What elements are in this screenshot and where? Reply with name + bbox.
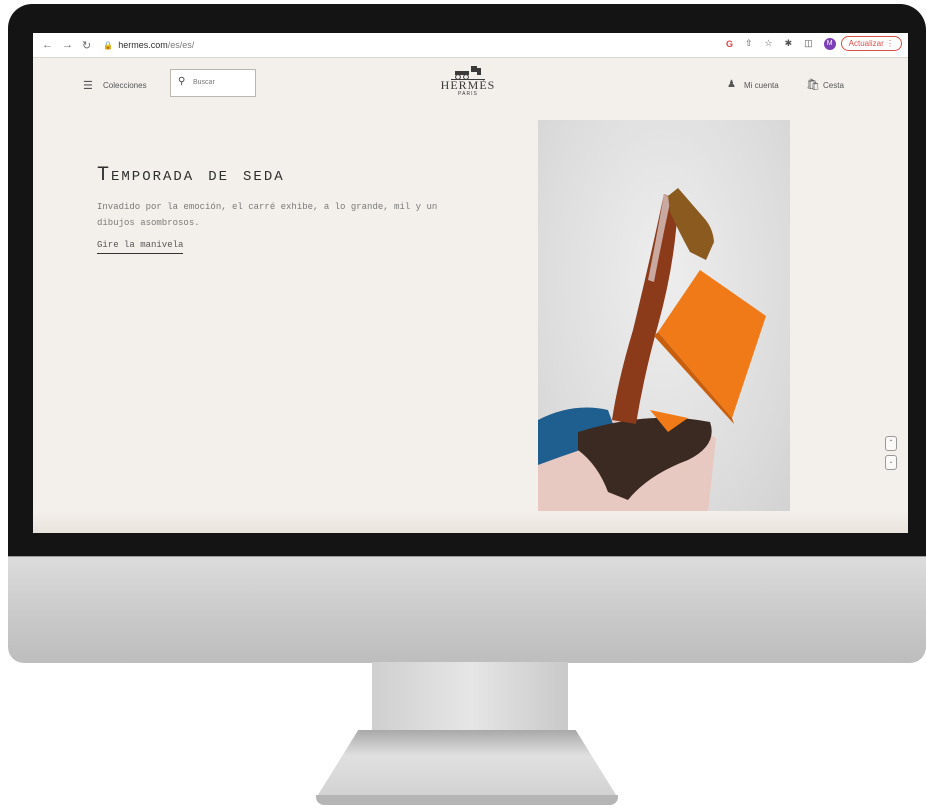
side-panel-icon[interactable]: ◫ xyxy=(804,38,813,49)
extensions-icon[interactable]: ✱ xyxy=(785,38,793,49)
back-arrow-icon[interactable]: ← xyxy=(42,39,53,51)
search-placeholder: Buscar xyxy=(193,79,215,86)
hero-description: Invadido por la emoción, el carré exhibe… xyxy=(97,202,438,228)
url-path: /es/es/ xyxy=(167,40,195,50)
toolbar-actions: G ⇧ ☆ ✱ ◫ M Actualizar ⋮ xyxy=(720,36,902,51)
search-input[interactable]: ⚲ Buscar xyxy=(170,69,256,97)
logo-wordmark: HERMÈS xyxy=(440,78,496,92)
user-icon[interactable]: ♟ xyxy=(727,79,736,90)
bookmark-star-icon[interactable]: ☆ xyxy=(765,38,773,49)
page-bottom-fade xyxy=(33,511,908,533)
update-button[interactable]: Actualizar ⋮ xyxy=(840,36,902,51)
google-icon[interactable]: G xyxy=(726,39,733,49)
more-options-icon: ⋮ xyxy=(886,39,894,48)
update-button-label: Actualizar xyxy=(848,39,884,48)
search-icon: ⚲ xyxy=(178,76,186,87)
address-bar[interactable]: 🔒 hermes.com /es/es/ xyxy=(103,40,194,50)
brand-logo[interactable]: HERMÈS PARIS xyxy=(438,64,498,97)
monitor-chin xyxy=(8,556,926,663)
silk-scarf-photo-illustration xyxy=(538,188,766,513)
hamburger-menu-icon[interactable]: ☰ xyxy=(83,79,93,92)
collections-menu-link[interactable]: Colecciones xyxy=(103,81,147,90)
shopping-bag-icon[interactable]: 🛍 xyxy=(806,78,820,91)
profile-avatar[interactable]: M xyxy=(823,37,836,50)
monitor-stand-base xyxy=(316,730,618,799)
hero-product-photo[interactable] xyxy=(538,120,790,513)
cart-link[interactable]: Cesta xyxy=(823,81,844,90)
carousel-controls: ⌃ ⌄ xyxy=(885,436,897,474)
reload-icon[interactable]: ↻ xyxy=(82,39,91,52)
monitor-stand-base-edge xyxy=(316,795,618,805)
monitor-stand-neck xyxy=(372,662,568,732)
carousel-up-icon[interactable]: ⌃ xyxy=(885,436,897,451)
forward-arrow-icon[interactable]: → xyxy=(62,39,73,51)
carousel-down-icon[interactable]: ⌄ xyxy=(885,455,897,470)
url-host: hermes.com xyxy=(118,40,168,50)
screen: ← → ↻ 🔒 hermes.com /es/es/ G ⇧ ☆ ✱ ◫ M A… xyxy=(33,33,908,533)
share-icon[interactable]: ⇧ xyxy=(745,38,753,49)
browser-toolbar: ← → ↻ 🔒 hermes.com /es/es/ G ⇧ ☆ ✱ ◫ M A… xyxy=(33,33,908,58)
account-link[interactable]: Mi cuenta xyxy=(744,81,779,90)
hero-title: Temporada de seda xyxy=(97,164,285,187)
lock-icon: 🔒 xyxy=(103,40,114,50)
hero-cta-link[interactable]: Gire la manivela xyxy=(97,240,184,254)
site-header: ☰ Colecciones ⚲ Buscar HERMÈS PARIS ♟ Mi… xyxy=(33,58,908,114)
